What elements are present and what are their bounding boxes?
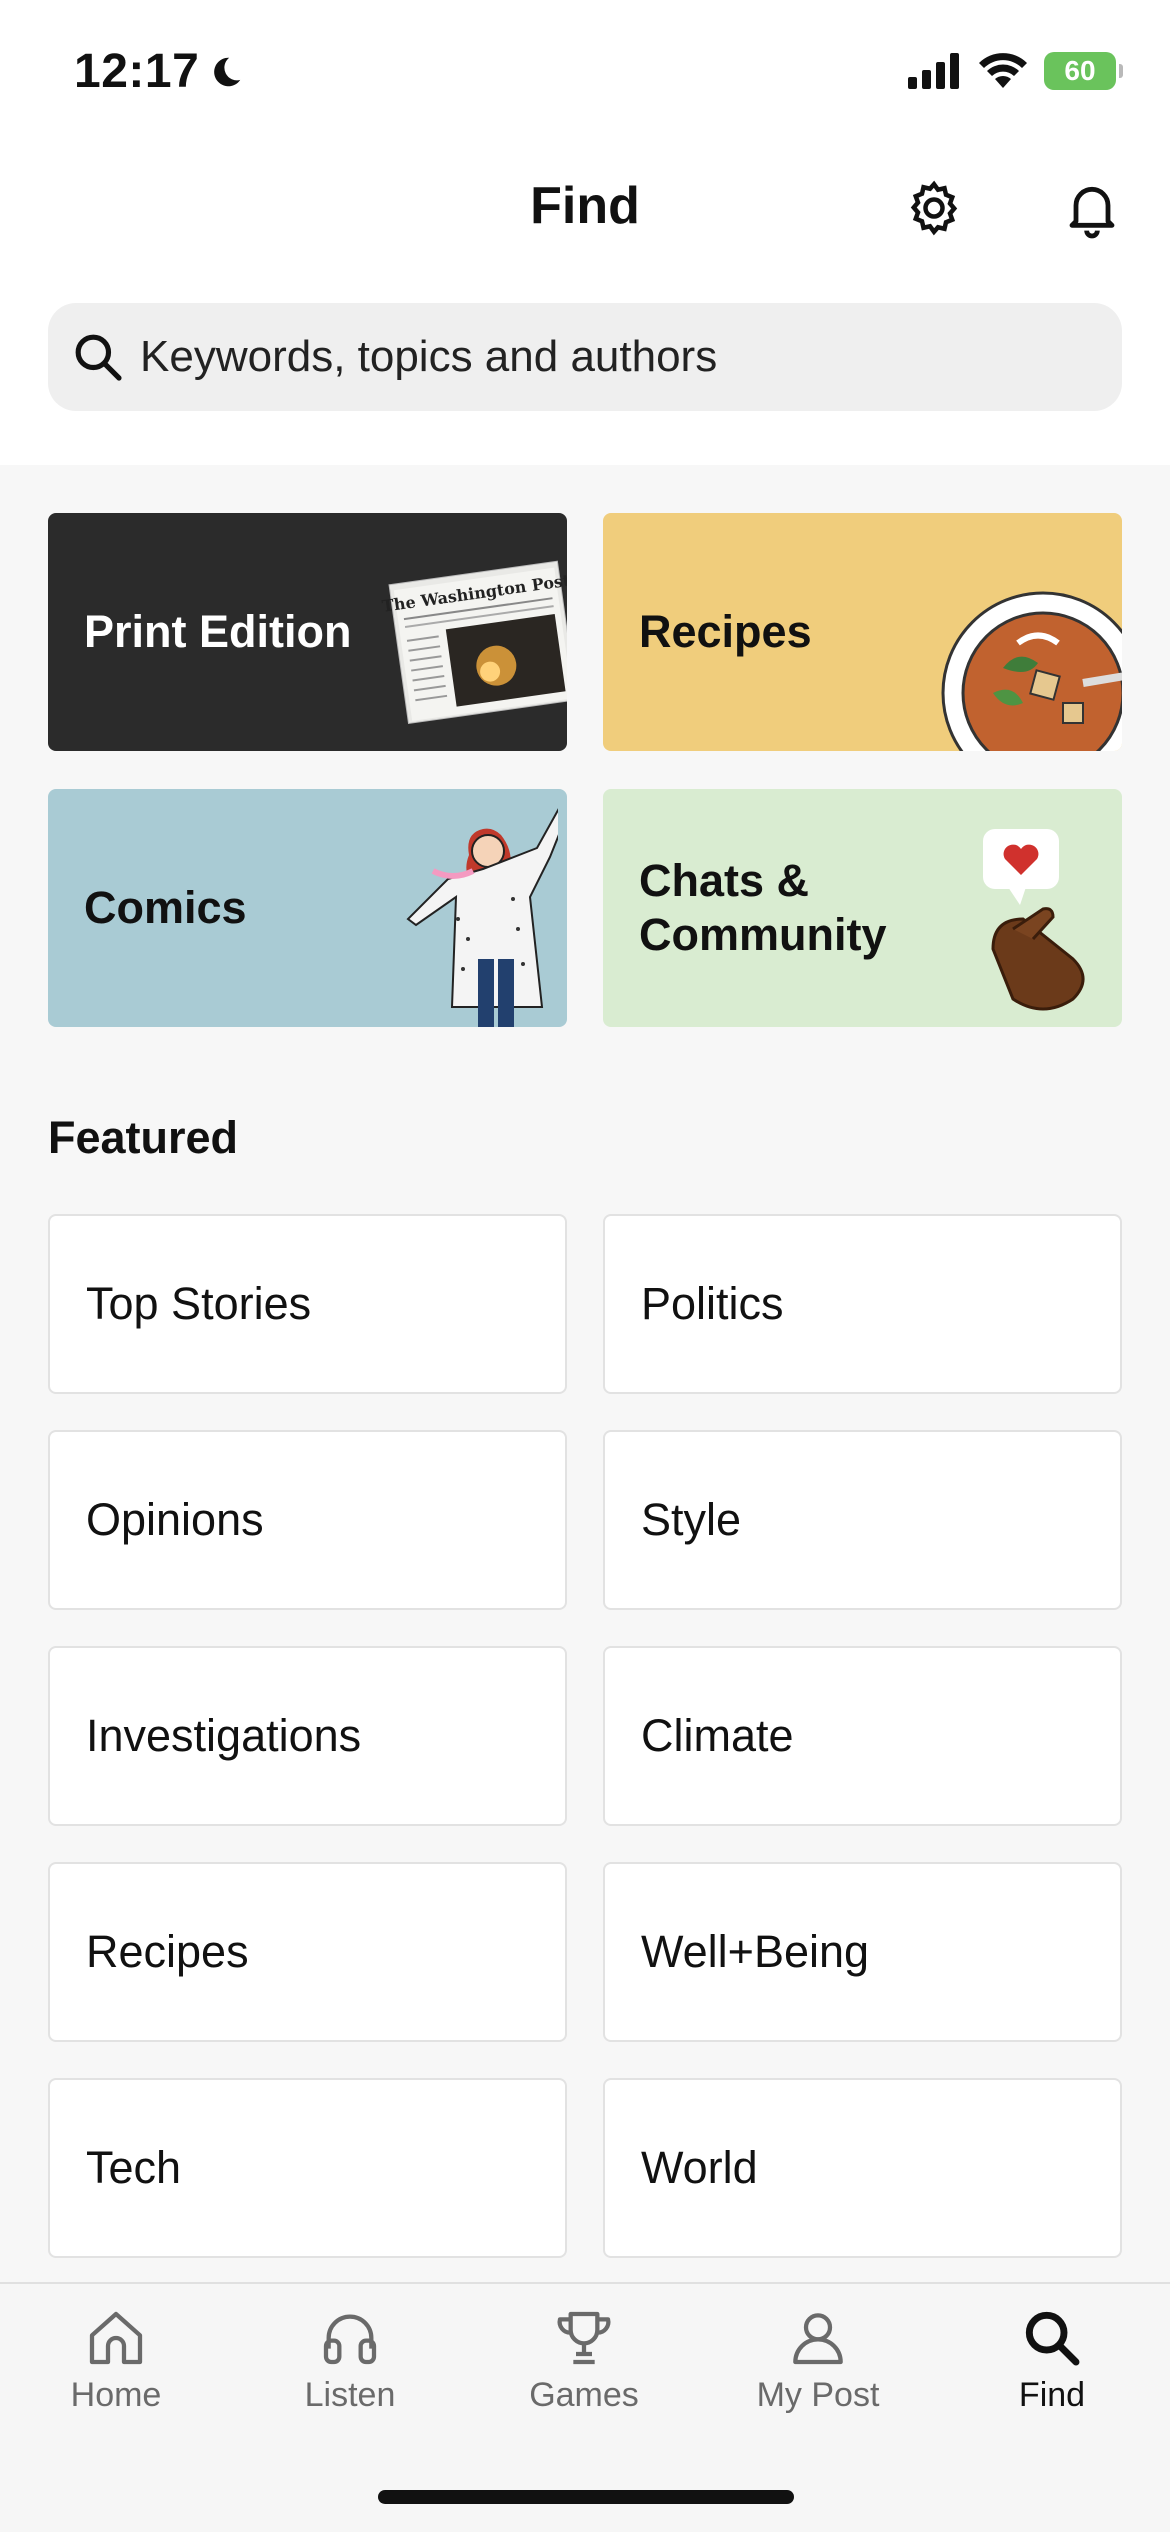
- search-icon: [75, 334, 122, 381]
- tab-my-post[interactable]: My Post: [718, 2306, 918, 2415]
- tab-label: Home: [70, 2376, 162, 2414]
- tile-label: Comics: [84, 882, 247, 933]
- tile-label: Print Edition: [84, 606, 352, 657]
- newspaper-image: The Washington Post: [381, 560, 567, 725]
- person-icon: [793, 2313, 843, 2365]
- home-icon: [89, 2311, 143, 2365]
- category-investigations[interactable]: Investigations: [48, 1646, 567, 1826]
- tab-find[interactable]: Find: [952, 2306, 1152, 2415]
- waving-hand-image: [983, 829, 1085, 1011]
- category-opinions[interactable]: Opinions: [48, 1430, 567, 1610]
- page-title: Find: [530, 177, 640, 235]
- category-recipes[interactable]: Recipes: [48, 1862, 567, 2042]
- status-time: 12:17: [74, 44, 245, 99]
- soup-bowl-image: [941, 591, 1122, 751]
- tab-home[interactable]: Home: [16, 2306, 216, 2415]
- home-indicator: [378, 2490, 794, 2504]
- featured-heading: Featured: [48, 1112, 239, 1163]
- tab-label: Games: [529, 2376, 639, 2414]
- category-politics[interactable]: Politics: [603, 1214, 1122, 1394]
- category-tech[interactable]: Tech: [48, 2078, 567, 2258]
- bell-icon[interactable]: [1060, 176, 1124, 240]
- tab-label: My Post: [756, 2376, 880, 2414]
- tile-label: Recipes: [639, 606, 812, 657]
- tile-label: Chats & Community: [639, 855, 887, 960]
- headphones-icon: [323, 2314, 377, 2365]
- tab-label: Find: [1018, 2376, 1086, 2414]
- search-input[interactable]: [140, 332, 1040, 382]
- category-world[interactable]: World: [603, 2078, 1122, 2258]
- tile-comics[interactable]: Comics: [48, 789, 567, 1027]
- search-bar[interactable]: [48, 303, 1122, 411]
- category-well-being[interactable]: Well+Being: [603, 1862, 1122, 2042]
- tab-listen[interactable]: Listen: [250, 2306, 450, 2415]
- comic-character-image: [406, 808, 558, 1027]
- search-icon: [1025, 2311, 1080, 2366]
- battery-indicator: 60: [1044, 52, 1123, 90]
- status-time-text: 12:17: [74, 45, 200, 98]
- category-top-stories[interactable]: Top Stories: [48, 1214, 567, 1394]
- category-style[interactable]: Style: [603, 1430, 1122, 1610]
- trophy-icon: [557, 2311, 611, 2365]
- tile-print-edition[interactable]: Print Edition The Washington Post: [48, 513, 567, 751]
- tab-label: Listen: [304, 2376, 396, 2414]
- gear-icon[interactable]: [904, 178, 964, 238]
- moon-icon: [214, 57, 241, 86]
- wifi-icon: [979, 53, 1027, 88]
- tab-games[interactable]: Games: [484, 2306, 684, 2415]
- cellular-signal-icon: [908, 53, 959, 89]
- category-climate[interactable]: Climate: [603, 1646, 1122, 1826]
- tile-chats-community[interactable]: Chats & Community: [603, 789, 1122, 1027]
- battery-level: 60: [1064, 55, 1096, 86]
- tile-recipes[interactable]: Recipes: [603, 513, 1122, 751]
- status-icons: 60: [908, 52, 1123, 90]
